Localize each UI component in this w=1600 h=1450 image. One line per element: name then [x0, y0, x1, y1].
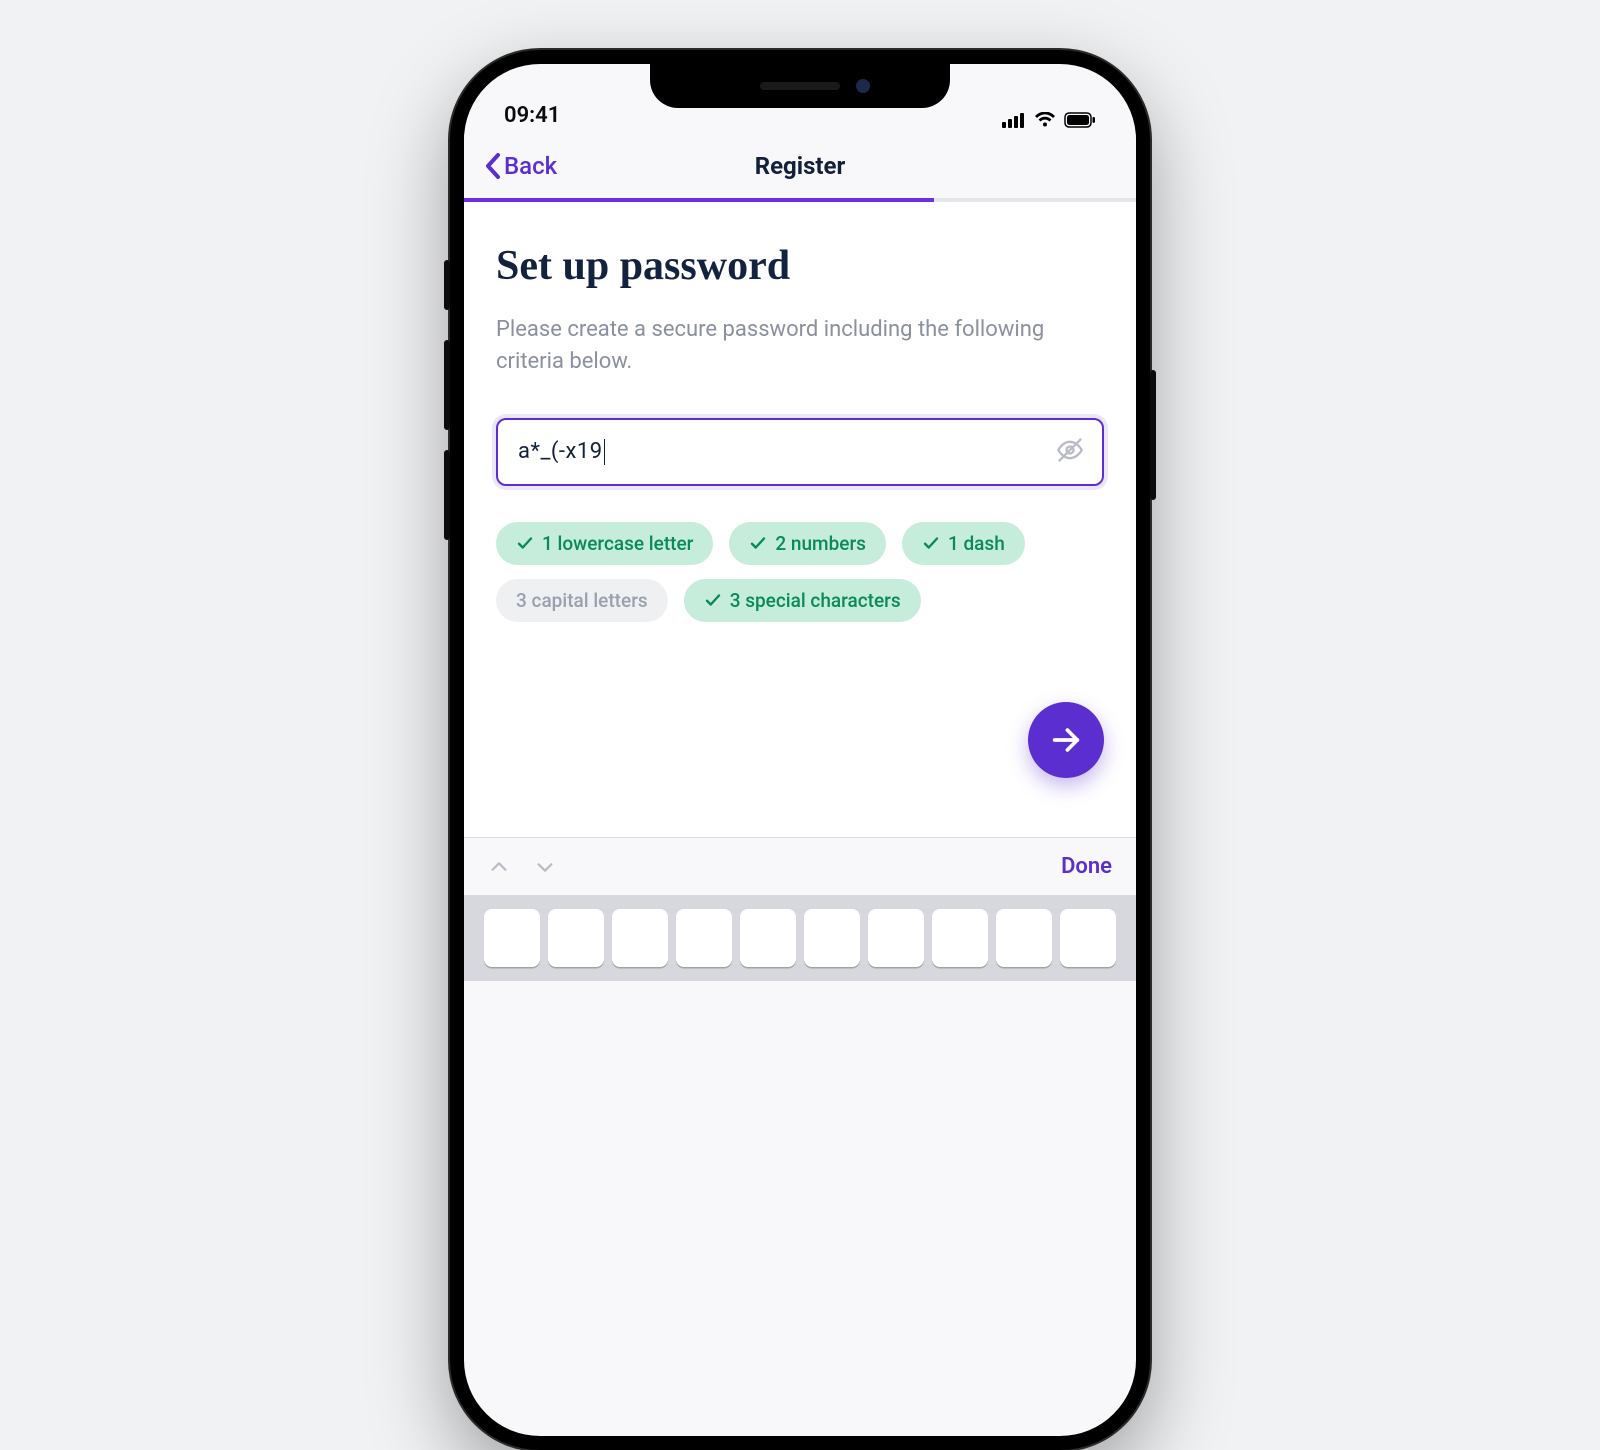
phone-front-camera [856, 79, 870, 93]
next-field-button[interactable] [534, 856, 556, 878]
back-button[interactable]: Back [484, 152, 557, 180]
keyboard[interactable] [464, 895, 1136, 981]
keyboard-key[interactable] [484, 909, 540, 967]
phone-mute-switch [444, 260, 450, 310]
battery-icon [1064, 112, 1096, 128]
arrow-right-icon [1049, 723, 1083, 757]
criteria-chip: 2 numbers [729, 522, 886, 565]
criteria-label: 1 dash [948, 532, 1005, 555]
phone-volume-up [444, 340, 450, 430]
keyboard-accessory: Done [464, 837, 1136, 895]
password-value: a*_(-x19 [518, 439, 605, 465]
keyboard-key[interactable] [1060, 909, 1116, 967]
phone-power-button [1150, 370, 1156, 500]
chevron-left-icon [484, 153, 502, 179]
phone-speaker [760, 82, 840, 90]
phone-notch [650, 64, 950, 108]
cellular-icon [1002, 112, 1026, 128]
criteria-label: 2 numbers [775, 532, 866, 555]
content: Set up password Please create a secure p… [464, 202, 1136, 902]
phone-frame: 09:41 Back Register Set up password Plea… [450, 50, 1150, 1450]
keyboard-key[interactable] [868, 909, 924, 967]
check-icon [749, 534, 767, 552]
phone-screen: 09:41 Back Register Set up password Plea… [464, 64, 1136, 1436]
criteria-label: 3 capital letters [516, 589, 648, 612]
wifi-icon [1034, 112, 1056, 128]
page-heading: Set up password [496, 242, 1104, 290]
criteria-label: 3 special characters [730, 589, 901, 612]
check-icon [516, 534, 534, 552]
eye-off-icon [1056, 436, 1084, 464]
text-caret [604, 439, 606, 465]
prev-field-button[interactable] [488, 856, 510, 878]
nav-title: Register [755, 152, 846, 180]
status-icons [1002, 112, 1096, 128]
keyboard-key[interactable] [612, 909, 668, 967]
check-icon [704, 591, 722, 609]
keyboard-key[interactable] [740, 909, 796, 967]
keyboard-key[interactable] [932, 909, 988, 967]
keyboard-key[interactable] [548, 909, 604, 967]
toggle-visibility-button[interactable] [1056, 436, 1084, 468]
keyboard-key[interactable] [676, 909, 732, 967]
keyboard-done-button[interactable]: Done [1061, 854, 1112, 879]
continue-button[interactable] [1028, 702, 1104, 778]
back-label: Back [504, 152, 557, 180]
criteria-chip: 3 special characters [684, 579, 921, 622]
status-time: 09:41 [504, 103, 560, 128]
criteria-chip: 1 lowercase letter [496, 522, 713, 565]
page-subtext: Please create a secure password includin… [496, 314, 1056, 378]
keyboard-key[interactable] [996, 909, 1052, 967]
criteria-chip: 1 dash [902, 522, 1025, 565]
phone-volume-down [444, 450, 450, 540]
criteria-label: 1 lowercase letter [542, 532, 693, 555]
keyboard-key[interactable] [804, 909, 860, 967]
criteria-chips: 1 lowercase letter 2 numbers 1 dash 3 capit… [496, 522, 1104, 622]
password-input[interactable]: a*_(-x19 [496, 418, 1104, 486]
criteria-chip: 3 capital letters [496, 579, 668, 622]
navbar: Back Register [464, 134, 1136, 198]
check-icon [922, 534, 940, 552]
